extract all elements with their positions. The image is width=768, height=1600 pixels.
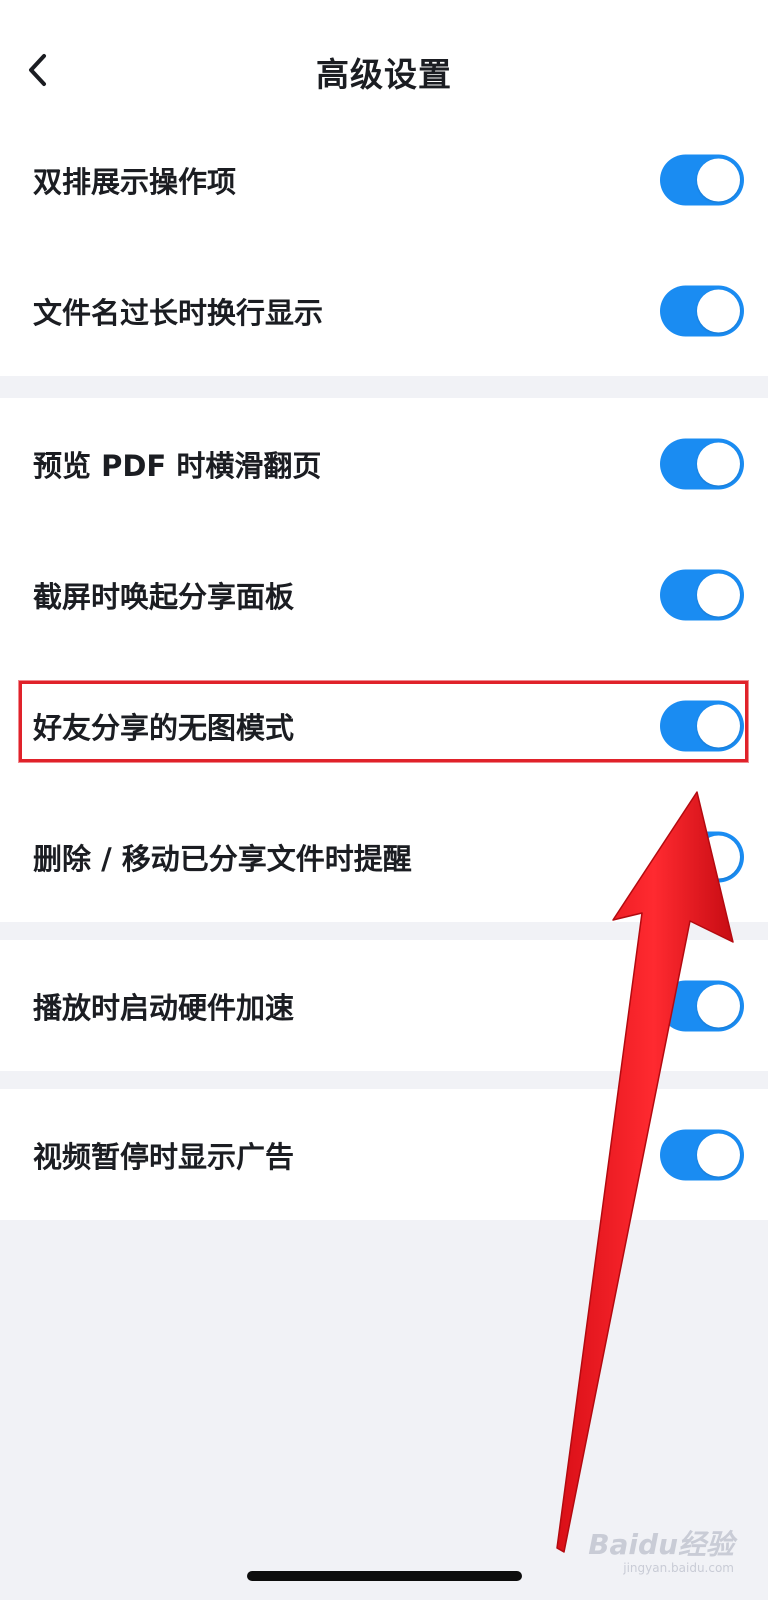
watermark: Baidu经验 jingyan.baidu.com <box>588 1528 734 1575</box>
watermark-site: jingyan.baidu.com <box>623 1561 734 1575</box>
watermark-logo: Baidu经验 <box>588 1528 734 1561</box>
home-indicator <box>247 1571 522 1581</box>
red-arrow-annotation <box>556 791 734 1553</box>
arrow-shape <box>556 791 734 1553</box>
